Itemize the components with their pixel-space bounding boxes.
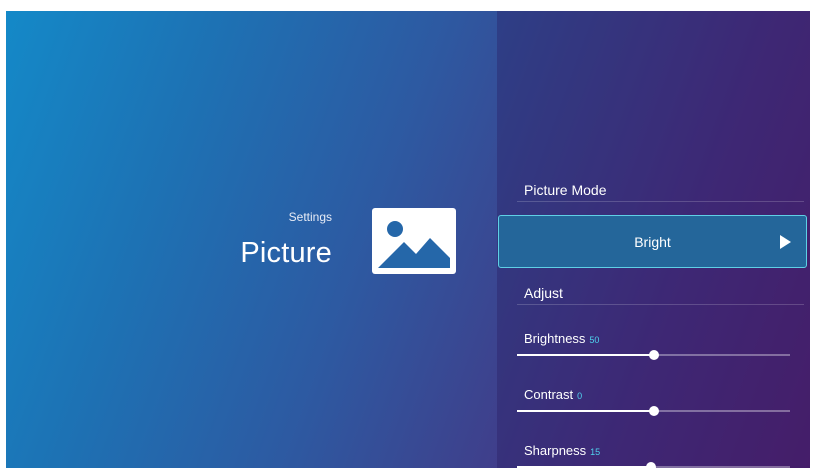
header-pane: Settings Picture (6, 11, 497, 468)
adjust-divider (517, 304, 804, 305)
brightness-slider-fill (517, 354, 654, 356)
contrast-value: 0 (577, 391, 583, 401)
contrast-label: Contrast 0 (524, 387, 582, 402)
contrast-slider[interactable] (517, 406, 790, 416)
picture-mode-selector[interactable]: Bright (498, 215, 807, 268)
picture-mode-value: Bright (634, 234, 671, 250)
adjust-label: Adjust (524, 285, 563, 301)
contrast-slider-row: Contrast 0 (517, 387, 790, 427)
sharpness-value: 15 (590, 447, 601, 457)
brightness-slider[interactable] (517, 350, 790, 360)
contrast-label-text: Contrast (524, 387, 574, 402)
sharpness-label: Sharpness 15 (524, 443, 600, 458)
picture-mode-label: Picture Mode (524, 182, 607, 198)
breadcrumb: Settings (288, 210, 332, 224)
contrast-slider-thumb[interactable] (648, 406, 659, 416)
page-title: Picture (240, 237, 332, 269)
picture-icon (372, 208, 456, 274)
sharpness-label-text: Sharpness (524, 443, 587, 458)
contrast-slider-fill (517, 410, 654, 412)
sharpness-slider-thumb[interactable] (645, 462, 656, 468)
sharpness-slider-row: Sharpness 15 (517, 443, 790, 468)
settings-menu: Picture Mode Bright Adjust Brightness 50 … (497, 11, 810, 468)
brightness-slider-thumb[interactable] (648, 350, 659, 360)
play-right-icon[interactable] (780, 235, 791, 249)
picture-mode-divider (517, 201, 804, 202)
brightness-label: Brightness 50 (524, 331, 599, 346)
settings-screen: Settings Picture Picture Mode Bright Adj… (6, 11, 810, 468)
brightness-slider-row: Brightness 50 (517, 331, 790, 371)
brightness-value: 50 (589, 335, 600, 345)
brightness-label-text: Brightness (524, 331, 586, 346)
